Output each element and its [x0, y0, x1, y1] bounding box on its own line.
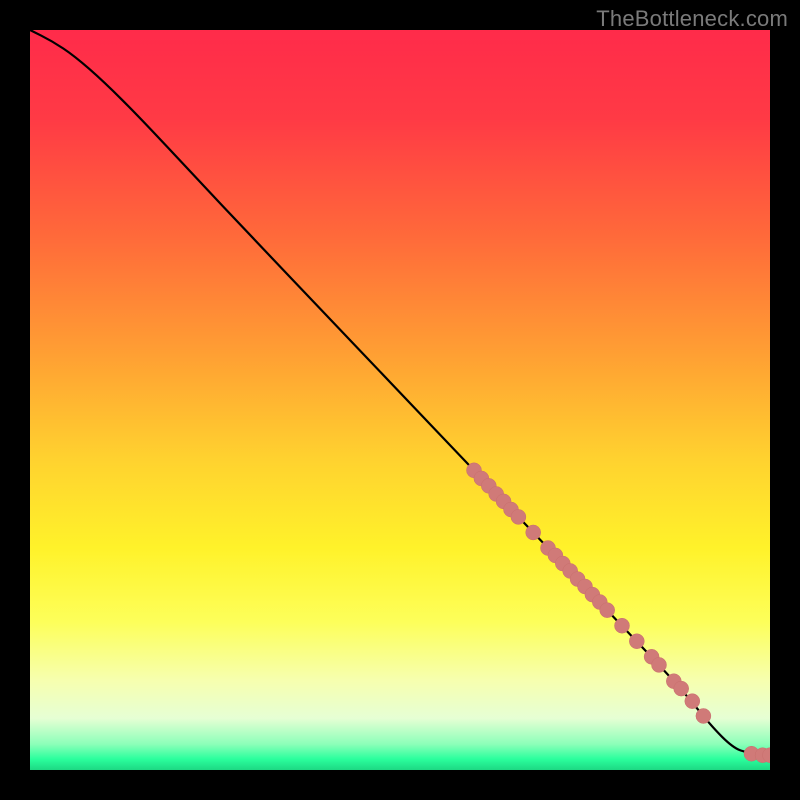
- watermark-text: TheBottleneck.com: [596, 6, 788, 32]
- data-point: [526, 525, 541, 540]
- bottleneck-chart: [30, 30, 770, 770]
- data-point: [629, 634, 644, 649]
- chart-stage: TheBottleneck.com: [0, 0, 800, 800]
- data-point: [615, 618, 630, 633]
- data-point: [652, 657, 667, 672]
- data-point: [511, 509, 526, 524]
- data-point: [600, 603, 615, 618]
- data-point: [674, 681, 689, 696]
- data-point: [685, 694, 700, 709]
- data-point: [696, 708, 711, 723]
